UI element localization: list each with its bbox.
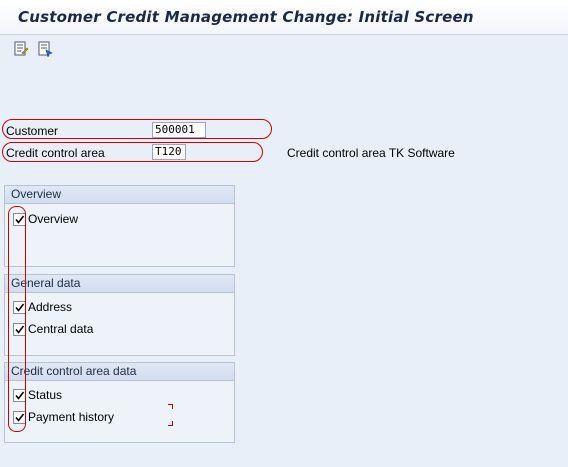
display-change-icon[interactable] <box>13 41 29 57</box>
credit-control-area-label: Credit control area <box>6 146 105 160</box>
bracket-bottom-mark <box>168 421 173 426</box>
checkmark-icon <box>15 303 25 312</box>
page-title: Customer Credit Management Change: Initi… <box>18 8 474 26</box>
status-checkbox[interactable] <box>13 389 26 402</box>
address-checkbox-label: Address <box>28 300 73 314</box>
title-bar: Customer Credit Management Change: Initi… <box>0 0 568 35</box>
payment-history-checkbox-label: Payment history <box>28 410 115 424</box>
group-credit-control-area-data: Credit control area data Status Payment … <box>4 362 235 443</box>
overview-checkbox[interactable] <box>13 213 26 226</box>
address-checkbox[interactable] <box>13 301 26 314</box>
customer-input[interactable]: 500001 <box>152 122 206 138</box>
checkmark-icon <box>15 325 25 334</box>
group-overview-title: Overview <box>5 186 234 204</box>
checkmark-icon <box>15 391 25 400</box>
group-general-data: General data Address Central data <box>4 274 235 356</box>
group-credit-control-area-data-title: Credit control area data <box>5 363 234 381</box>
group-general-data-title: General data <box>5 275 234 293</box>
central-data-checkbox[interactable] <box>13 323 26 336</box>
customer-label: Customer <box>6 124 59 138</box>
application-toolbar <box>0 35 568 63</box>
payment-history-checkbox[interactable] <box>13 411 26 424</box>
credit-control-area-input[interactable]: T120 <box>152 144 186 160</box>
bracket-top-mark <box>168 404 173 409</box>
group-overview: Overview Overview <box>4 185 235 267</box>
credit-control-area-description: Credit control area TK Software <box>287 146 455 160</box>
central-data-checkbox-label: Central data <box>28 322 94 336</box>
overview-checkbox-label: Overview <box>28 212 79 226</box>
status-checkbox-label: Status <box>28 388 63 402</box>
checkmark-icon <box>15 413 25 422</box>
checkmark-icon <box>15 215 25 224</box>
create-icon[interactable] <box>37 41 53 59</box>
